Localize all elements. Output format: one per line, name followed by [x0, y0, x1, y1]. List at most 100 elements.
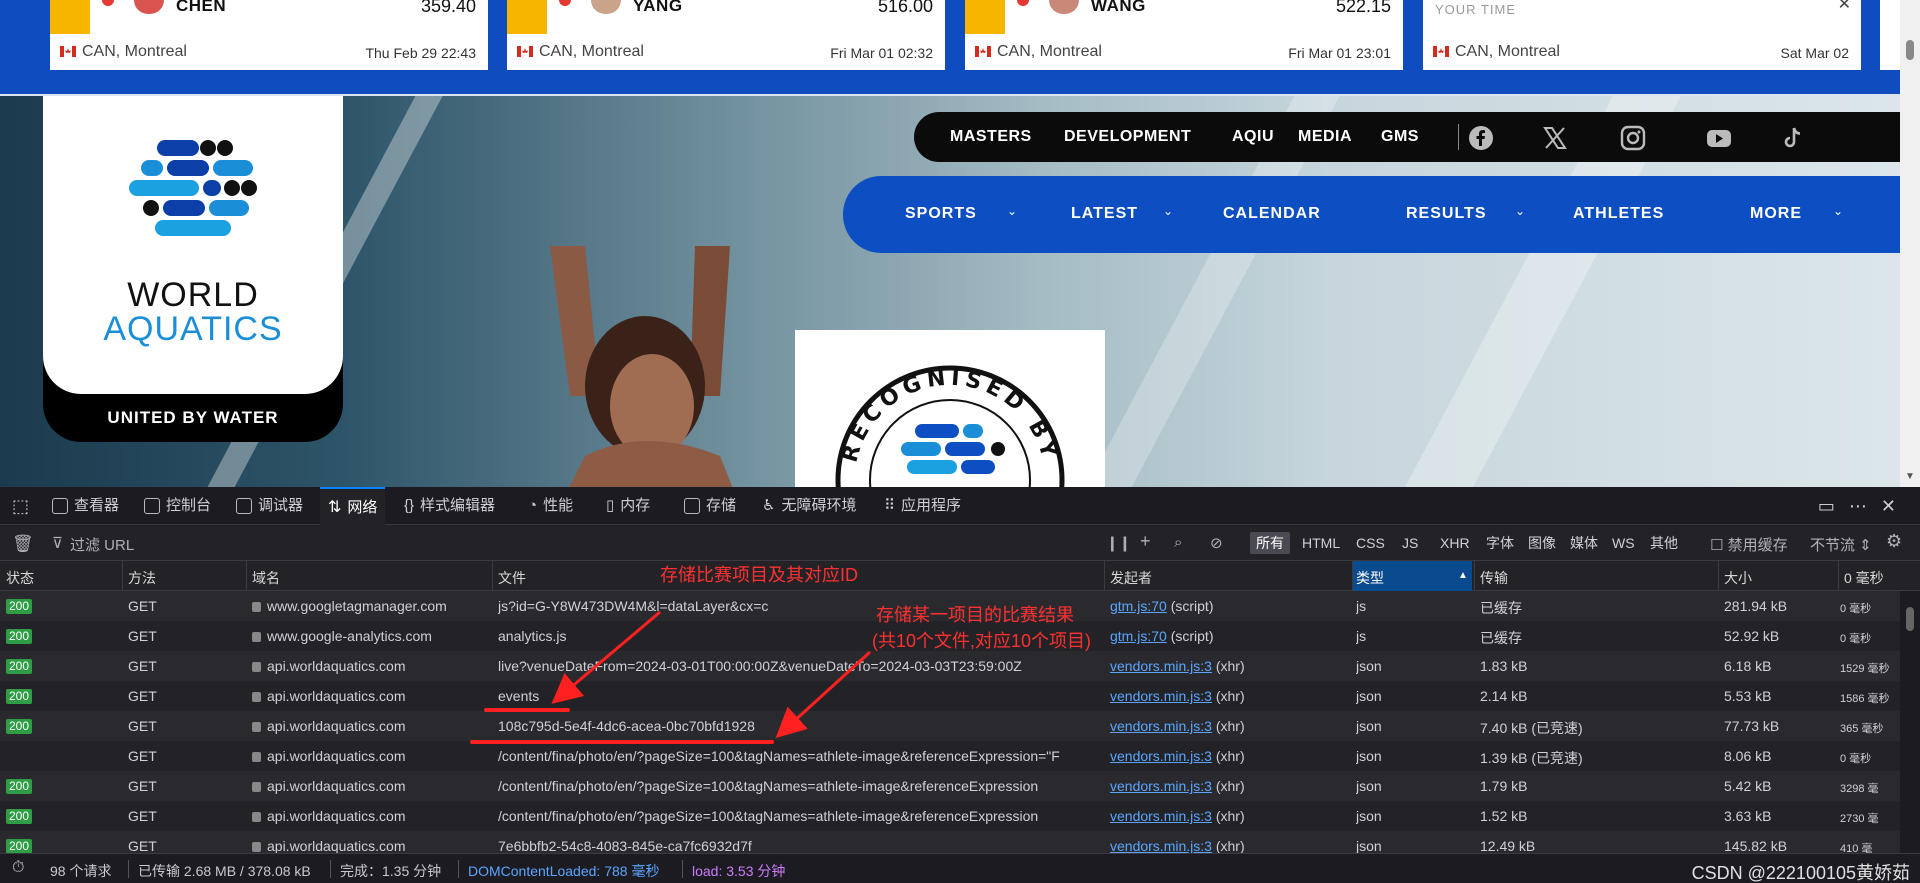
block-icon[interactable]: ⊘ — [1210, 534, 1223, 552]
tab-performance[interactable]: ◔ 性能 — [528, 487, 573, 525]
col-domain[interactable]: 域名 — [252, 568, 280, 588]
tab-inspector[interactable]: 查看器 — [52, 487, 119, 525]
tab-memory[interactable]: ▯ 内存 — [606, 487, 650, 525]
ticker-card-your-time[interactable]: YOUR TIME ✕ CAN, Montreal Sat Mar 02 — [1423, 0, 1861, 70]
nav-athletes[interactable]: ATHLETES — [1573, 205, 1664, 223]
type-filter-css[interactable]: CSS — [1350, 532, 1391, 554]
type-filter-image[interactable]: 图像 — [1522, 532, 1562, 554]
table-row[interactable]: 200 GET api.worldaquatics.com 108c795d-5e4f… — [0, 711, 1900, 741]
plus-icon[interactable]: + — [1140, 531, 1151, 552]
ticker-card[interactable]: WANG 522.15 CAN, Montreal Fri Mar 01 23:… — [965, 0, 1403, 70]
chevron-down-icon[interactable]: ⌄ — [1515, 204, 1525, 218]
pause-icon[interactable]: ❙❙ — [1106, 534, 1131, 552]
nav-aqiu[interactable]: AQIU — [1232, 128, 1274, 146]
initiator-link[interactable]: vendors.min.js:3 — [1110, 838, 1212, 853]
nav-calendar[interactable]: CALENDAR — [1223, 205, 1321, 223]
initiator-link[interactable]: vendors.min.js:3 — [1110, 808, 1212, 824]
col-initiator[interactable]: 发起者 — [1110, 568, 1152, 588]
search-icon[interactable]: ⌕ — [1174, 534, 1182, 551]
row-initiator[interactable]: vendors.min.js:3 (xhr) — [1110, 808, 1245, 824]
row-initiator[interactable]: vendors.min.js:3 (xhr) — [1110, 688, 1245, 704]
youtube-icon[interactable] — [1706, 125, 1732, 151]
type-filter-font[interactable]: 字体 — [1480, 532, 1520, 554]
tiktok-icon[interactable] — [1780, 125, 1806, 151]
nav-more[interactable]: MORE — [1750, 205, 1802, 223]
nav-development[interactable]: DEVELOPMENT — [1064, 128, 1191, 146]
table-row[interactable]: 200 GET api.worldaquatics.com/content/fina… — [0, 801, 1900, 831]
col-size[interactable]: 大小 — [1724, 568, 1752, 588]
initiator-link[interactable]: vendors.min.js:3 — [1110, 748, 1212, 764]
throttle-select[interactable]: 不节流 ⇕ — [1810, 534, 1872, 555]
initiator-link[interactable]: gtm.js:70 — [1110, 598, 1167, 614]
row-initiator[interactable]: gtm.js:70 (script) — [1110, 598, 1213, 614]
row-initiator[interactable]: vendors.min.js:3 (xhr) — [1110, 778, 1245, 794]
world-aquatics-logo[interactable]: WORLD AQUATICS UNITED BY WATER — [43, 96, 343, 446]
tab-console[interactable]: 控制台 — [144, 487, 211, 525]
col-transfer[interactable]: 传输 — [1480, 568, 1508, 588]
tab-storage[interactable]: 存储 — [684, 487, 736, 525]
more-options-icon[interactable]: ⋯ — [1849, 496, 1881, 516]
tab-style-editor[interactable]: {} 样式编辑器 — [404, 487, 495, 525]
nav-latest[interactable]: LATEST — [1071, 205, 1138, 223]
initiator-link[interactable]: vendors.min.js:3 — [1110, 658, 1212, 674]
x-icon[interactable] — [1542, 125, 1568, 151]
instagram-icon[interactable] — [1620, 125, 1646, 151]
col-status[interactable]: 状态 — [6, 568, 34, 588]
type-filter-other[interactable]: 其他 — [1644, 532, 1684, 554]
initiator-type: (xhr) — [1215, 778, 1245, 794]
ticker-card[interactable]: YANG 516.00 CAN, Montreal Fri Mar 01 02:… — [507, 0, 945, 70]
scrollbar-thumb[interactable] — [1906, 40, 1914, 60]
type-filter-xhr[interactable]: XHR — [1434, 532, 1476, 554]
type-filter-all[interactable]: 所有 — [1250, 532, 1290, 554]
request-list-scrollbar[interactable] — [1900, 591, 1920, 853]
page-scrollbar[interactable]: ▼ — [1900, 0, 1920, 487]
table-row[interactable]: GET api.worldaquatics.com/content/fina/ph… — [0, 741, 1900, 771]
col-type[interactable]: 类型 — [1356, 568, 1384, 588]
table-row[interactable]: 200 GET api.worldaquatics.com 7e6bbfb2-54c8… — [0, 831, 1900, 853]
initiator-link[interactable]: vendors.min.js:3 — [1110, 718, 1212, 734]
ticker-card[interactable]: CHEN 359.40 CAN, Montreal Thu Feb 29 22:… — [50, 0, 488, 70]
nav-gms[interactable]: GMS — [1381, 128, 1419, 146]
tab-application[interactable]: ⠿ 应用程序 — [884, 487, 961, 525]
initiator-link[interactable]: vendors.min.js:3 — [1110, 778, 1212, 794]
ticker-card-partial[interactable] — [1880, 0, 1900, 70]
trash-icon[interactable]: 🗑 — [12, 534, 34, 554]
table-row[interactable]: 200 GET api.worldaquatics.com/content/fina… — [0, 771, 1900, 801]
chevron-down-icon[interactable]: ⌄ — [1833, 204, 1843, 218]
nav-masters[interactable]: MASTERS — [950, 128, 1032, 146]
dock-icon[interactable]: ▭ — [1818, 496, 1849, 516]
disable-cache-checkbox[interactable]: ☐ 禁用缓存 — [1710, 534, 1788, 555]
facebook-icon[interactable] — [1468, 125, 1494, 151]
initiator-link[interactable]: gtm.js:70 — [1110, 628, 1167, 644]
chevron-down-icon[interactable]: ▼ — [1904, 471, 1916, 483]
row-initiator[interactable]: vendors.min.js:3 (xhr) — [1110, 718, 1245, 734]
chevron-down-icon[interactable]: ⌄ — [1163, 204, 1173, 218]
filter-url-input[interactable]: 过滤 URL — [70, 534, 134, 555]
nav-sports[interactable]: SPORTS — [905, 205, 977, 223]
type-filter-ws[interactable]: WS — [1606, 532, 1641, 554]
row-initiator[interactable]: vendors.min.js:3 (xhr) — [1110, 838, 1245, 853]
tab-accessibility[interactable]: ♿ 无障碍环境 — [762, 487, 856, 525]
tab-debugger[interactable]: 调试器 — [236, 487, 303, 525]
row-initiator[interactable]: gtm.js:70 (script) — [1110, 628, 1213, 644]
row-initiator[interactable]: vendors.min.js:3 (xhr) — [1110, 658, 1245, 674]
col-file[interactable]: 文件 — [498, 568, 526, 588]
nav-results[interactable]: RESULTS — [1406, 205, 1486, 223]
col-method[interactable]: 方法 — [128, 568, 156, 588]
tab-network[interactable]: ⇅ 网络 — [320, 487, 386, 525]
scrollbar-thumb[interactable] — [1906, 607, 1914, 631]
nav-media[interactable]: MEDIA — [1298, 128, 1352, 146]
type-filter-js[interactable]: JS — [1396, 532, 1424, 554]
type-filter-html[interactable]: HTML — [1296, 532, 1346, 554]
close-icon[interactable]: ✕ — [1838, 0, 1851, 14]
table-row[interactable]: 200 GET api.worldaquatics.com events vendors… — [0, 681, 1900, 711]
initiator-link[interactable]: vendors.min.js:3 — [1110, 688, 1212, 704]
table-row[interactable]: 200 GET api.worldaquatics.com live?venueDat… — [0, 651, 1900, 681]
col-timing[interactable]: 0 毫秒 — [1844, 568, 1884, 588]
chevron-down-icon[interactable]: ⌄ — [1007, 204, 1017, 218]
type-filter-media[interactable]: 媒体 — [1564, 532, 1604, 554]
close-icon[interactable]: ✕ — [1881, 496, 1910, 516]
element-picker-icon[interactable]: ⬚ — [12, 487, 29, 525]
gear-icon[interactable]: ⚙ — [1886, 531, 1902, 552]
row-initiator[interactable]: vendors.min.js:3 (xhr) — [1110, 748, 1245, 764]
